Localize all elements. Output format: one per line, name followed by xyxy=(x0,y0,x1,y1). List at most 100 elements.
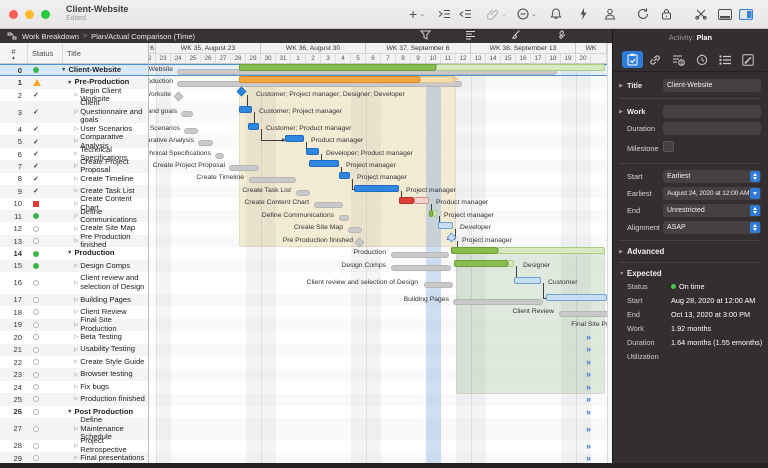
gantt-bar[interactable] xyxy=(514,277,541,284)
gantt-bar[interactable] xyxy=(420,76,454,83)
disclosure-closed-icon[interactable]: ▷ xyxy=(74,297,78,303)
activity-bolt-icon[interactable] xyxy=(578,8,588,20)
disclosure-closed-icon[interactable]: ▷ xyxy=(74,226,78,232)
close-button[interactable] xyxy=(9,10,18,19)
disclosure-closed-icon[interactable]: ▷ xyxy=(74,238,78,244)
alignment-select[interactable]: ASAP xyxy=(663,221,761,234)
tab-note-pencil-icon[interactable] xyxy=(738,51,759,68)
outdent-icon[interactable] xyxy=(459,8,472,20)
task-title-cell[interactable]: ▷Client Questionnaire and goals xyxy=(57,99,148,125)
disclosure-closed-icon[interactable]: ▷ xyxy=(74,151,78,157)
table-row[interactable]: 8✓▷Create Timeline xyxy=(0,173,148,185)
disclosure-closed-icon[interactable]: ▷ xyxy=(74,163,78,169)
gantt-bar[interactable] xyxy=(414,197,429,204)
format-brush-icon[interactable] xyxy=(510,30,521,42)
table-row[interactable]: 0▼Client-Website xyxy=(0,64,148,76)
task-title-cell[interactable]: ▷Define Communications xyxy=(57,208,148,225)
indent-icon[interactable] xyxy=(438,8,451,20)
advanced-disclosure-icon[interactable]: ▶ xyxy=(619,249,627,255)
planned-bar[interactable] xyxy=(391,252,449,258)
tab-time-clock-icon[interactable] xyxy=(692,51,713,68)
gantt-bar[interactable] xyxy=(309,160,339,167)
column-header-title[interactable]: Title xyxy=(63,43,148,63)
gantt-bar[interactable] xyxy=(546,294,607,301)
gantt-bar[interactable] xyxy=(399,197,414,204)
planned-bar[interactable] xyxy=(229,165,259,171)
table-row[interactable]: 15▷Design Comps xyxy=(0,260,148,272)
disclosure-closed-icon[interactable]: ▷ xyxy=(74,109,78,115)
resources-person-icon[interactable] xyxy=(604,8,616,20)
remove-chevron-down-icon[interactable]: ⌄ xyxy=(531,10,537,18)
planned-bar[interactable] xyxy=(198,140,213,146)
disclosure-closed-icon[interactable]: ▷ xyxy=(74,322,78,328)
disclosure-closed-icon[interactable]: ▷ xyxy=(74,455,78,461)
disclosure-open-icon[interactable]: ▼ xyxy=(67,250,72,256)
table-row[interactable]: 24▷Fix bugs xyxy=(0,381,148,393)
column-header-status[interactable]: Status xyxy=(28,43,63,63)
task-title-cell[interactable]: ▷Create Project Proposal xyxy=(57,158,148,175)
disclosure-closed-icon[interactable]: ▷ xyxy=(74,309,78,315)
report-icon[interactable] xyxy=(465,30,476,42)
work-input[interactable] xyxy=(663,105,761,118)
advanced-section-label[interactable]: Advanced xyxy=(627,247,664,256)
table-row[interactable]: 13▷Pre Production finished xyxy=(0,235,148,247)
tab-info-clipboard-icon[interactable] xyxy=(622,51,643,68)
tab-resources-cost-icon[interactable]: $ xyxy=(668,51,689,68)
table-row[interactable]: 17▷Building Pages xyxy=(0,294,148,306)
add-chevron-down-icon[interactable]: ⌄ xyxy=(419,10,425,18)
task-title-cell[interactable]: ▷Client review and selection of Design xyxy=(57,274,148,291)
gantt-bar[interactable] xyxy=(239,76,420,83)
task-title-cell[interactable]: ▷Create Timeline xyxy=(57,175,148,184)
table-row[interactable]: 14▼Production xyxy=(0,247,148,259)
start-select[interactable]: Earliest xyxy=(663,170,761,183)
task-title-cell[interactable]: ▼Post Production xyxy=(57,408,148,417)
gantt-bar[interactable] xyxy=(498,247,605,254)
table-row[interactable]: 16▷Client review and selection of Design xyxy=(0,272,148,294)
planned-bar[interactable] xyxy=(391,265,451,271)
filter-icon[interactable] xyxy=(420,30,431,42)
gantt-bar[interactable] xyxy=(451,247,498,254)
planned-milestone[interactable] xyxy=(173,92,183,102)
earliest-date-input[interactable]: August 24, 2020 at 12:00 AM xyxy=(663,187,761,200)
table-row[interactable]: 22▷Create Style Guide xyxy=(0,356,148,368)
disclosure-closed-icon[interactable]: ▷ xyxy=(74,176,78,182)
table-row[interactable]: 11▷Define Communications xyxy=(0,210,148,222)
disclosure-open-icon[interactable]: ▼ xyxy=(67,80,72,86)
task-title-cell[interactable]: ▼Production xyxy=(57,249,148,258)
disclosure-closed-icon[interactable]: ▷ xyxy=(74,201,78,207)
table-row[interactable]: 21▷Usability Testing xyxy=(0,344,148,356)
planned-bar[interactable] xyxy=(559,311,607,317)
milestone-checkbox[interactable] xyxy=(663,141,674,152)
disclosure-open-icon[interactable]: ▼ xyxy=(61,67,66,73)
disclosure-closed-icon[interactable]: ▷ xyxy=(74,92,78,98)
table-row[interactable]: 7✓▷Create Project Proposal xyxy=(0,160,148,172)
add-icon[interactable]: + xyxy=(409,9,417,19)
disclosure-closed-icon[interactable]: ▷ xyxy=(74,372,78,378)
table-row[interactable]: 3✓▷Client Questionnaire and goals xyxy=(0,101,148,123)
planned-bar[interactable] xyxy=(453,299,543,305)
task-title-cell[interactable]: ▷Beta Testing xyxy=(57,333,148,342)
table-row[interactable]: 19▷Final Site Production xyxy=(0,319,148,331)
disclosure-closed-icon[interactable]: ▷ xyxy=(74,359,78,365)
task-title-cell[interactable]: ▷Fix bugs xyxy=(57,383,148,392)
gantt-bar[interactable] xyxy=(438,222,453,229)
planned-bar[interactable] xyxy=(215,153,224,159)
disclosure-closed-icon[interactable]: ▷ xyxy=(74,426,78,432)
panel-bottom-icon[interactable] xyxy=(718,9,732,20)
minimize-button[interactable] xyxy=(25,10,34,19)
lock-icon[interactable] xyxy=(661,8,672,20)
task-title-cell[interactable]: ▷Final presentations xyxy=(57,454,148,463)
disclosure-closed-icon[interactable]: ▷ xyxy=(74,443,78,449)
disclosure-closed-icon[interactable]: ▷ xyxy=(74,126,78,132)
expected-disclosure-icon[interactable]: ▼ xyxy=(619,271,627,277)
planned-bar[interactable] xyxy=(348,227,362,233)
task-title-cell[interactable]: ▷Usability Testing xyxy=(57,345,148,354)
disclosure-closed-icon[interactable]: ▷ xyxy=(74,188,78,194)
disclosure-closed-icon[interactable]: ▷ xyxy=(74,213,78,219)
breadcrumb-view[interactable]: Plan/Actual Comparison (Time) xyxy=(91,32,195,41)
gantt-bar[interactable] xyxy=(339,172,350,179)
task-title-cell[interactable]: ▷Browser testing xyxy=(57,370,148,379)
title-input[interactable]: Client-Website xyxy=(663,79,761,92)
table-row[interactable]: 20▷Beta Testing xyxy=(0,331,148,343)
sync-icon[interactable] xyxy=(637,8,649,20)
